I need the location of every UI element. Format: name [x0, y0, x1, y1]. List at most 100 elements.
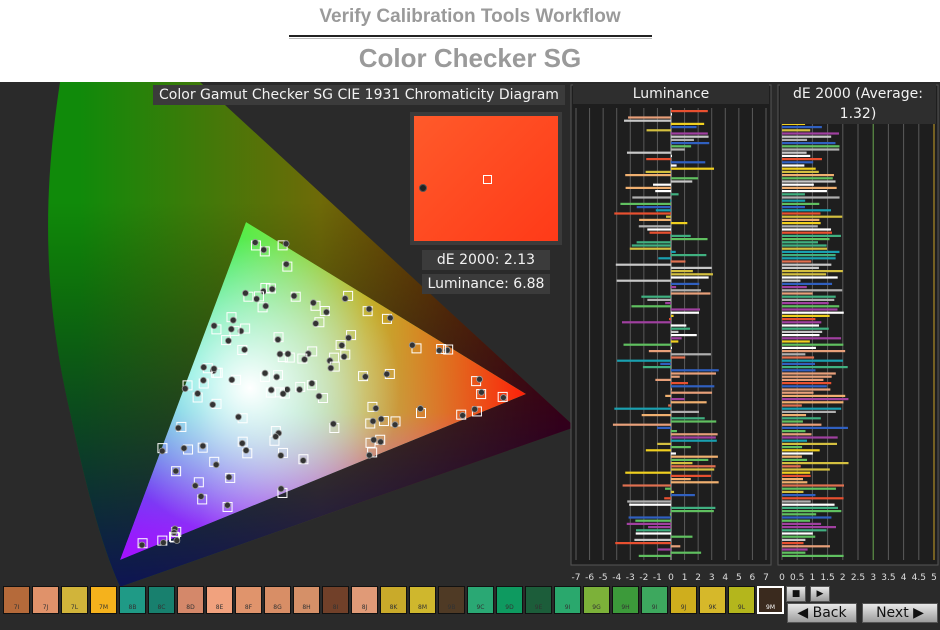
- luminance-bar: [671, 311, 699, 314]
- luminance-bar: [628, 516, 671, 519]
- de-bar: [782, 516, 832, 519]
- de-bar: [782, 378, 824, 381]
- luminance-bar: [642, 366, 671, 369]
- de-tick-label: 0.5: [790, 573, 804, 583]
- luminance-bar: [671, 145, 692, 148]
- bar-charts: -7 -6 -5 -4 -3 -2 -1 0 1 2 3 4 5 6 7 0 0.5 1 1.5 2 2.5 3 3.5 4…: [570, 84, 939, 583]
- de-bar: [782, 356, 815, 359]
- de-bar: [782, 132, 840, 135]
- de-bar: [782, 503, 835, 506]
- luminance-bar: [671, 465, 716, 468]
- de-bar: [782, 375, 832, 378]
- luminance-bar: [671, 154, 672, 157]
- luminance-bar: [671, 545, 681, 548]
- de-bar: [782, 398, 849, 401]
- stop-button[interactable]: ■: [786, 586, 806, 602]
- de-bar: [782, 478, 804, 481]
- luminance-bar: [671, 388, 672, 391]
- luminance-tick-label: 4: [722, 573, 728, 583]
- luminance-bar: [666, 215, 671, 218]
- de-bar: [782, 535, 816, 538]
- luminance-bar: [635, 529, 671, 532]
- luminance-bar: [627, 500, 671, 503]
- luminance-bar: [670, 199, 672, 202]
- luminance-bar: [671, 324, 687, 327]
- luminance-bar: [635, 519, 671, 522]
- next-button[interactable]: Next ▶: [862, 603, 938, 623]
- de-bar: [782, 327, 829, 330]
- luminance-bar: [671, 382, 688, 385]
- luminance-bar: [669, 318, 671, 321]
- luminance-bar: [665, 394, 671, 397]
- luminance-bar: [671, 180, 693, 183]
- de-bar: [782, 490, 804, 493]
- luminance-bar: [671, 142, 710, 145]
- de-bar: [782, 385, 827, 388]
- luminance-bar: [636, 241, 671, 244]
- de-bar: [782, 148, 840, 151]
- de-bar: [782, 238, 830, 241]
- de-bar: [782, 266, 819, 269]
- de-bar: [782, 199, 806, 202]
- de-bar: [782, 260, 812, 263]
- luminance-bar: [671, 270, 693, 273]
- luminance-bar: [620, 202, 671, 205]
- luminance-bar: [671, 148, 685, 151]
- luminance-bar: [614, 212, 671, 215]
- luminance-bar: [671, 110, 708, 113]
- de-tick-label: 3.5: [881, 573, 895, 583]
- luminance-bar: [671, 286, 677, 289]
- luminance-bar: [636, 206, 671, 209]
- de-tick-label: 0: [779, 573, 785, 583]
- de-bar: [782, 151, 807, 154]
- luminance-bar: [671, 167, 715, 170]
- de-bar: [782, 298, 835, 301]
- de-bar: [782, 167, 816, 170]
- luminance-bar: [670, 346, 672, 349]
- play-button[interactable]: ▶: [810, 586, 830, 602]
- de-bar: [782, 273, 827, 276]
- luminance-bar: [671, 356, 686, 359]
- de-bar: [782, 247, 828, 250]
- de-bar: [782, 209, 832, 212]
- luminance-bar: [671, 436, 716, 439]
- luminance-bar: [668, 404, 671, 407]
- luminance-bar: [671, 132, 708, 135]
- luminance-bar: [671, 369, 719, 372]
- luminance-bar: [671, 222, 688, 225]
- luminance-bar: [626, 522, 671, 525]
- luminance-bar: [665, 487, 671, 490]
- luminance-tick-labels: -7 -6 -5 -4 -3 -2 -1 0 1 2 3 4 5 6 7: [572, 573, 769, 583]
- title-divider-shadow: [289, 38, 652, 39]
- de-bar: [782, 218, 820, 221]
- de-bar: [782, 138, 808, 141]
- de-bar: [782, 193, 805, 196]
- luminance-tick-label: 3: [709, 573, 715, 583]
- de-bar: [782, 529, 827, 532]
- de-bar: [782, 484, 844, 487]
- de-bar: [782, 346, 816, 349]
- de-bar: [782, 372, 836, 375]
- luminance-bar: [671, 260, 686, 263]
- de-tick-label: 2.5: [851, 573, 865, 583]
- de-bar: [782, 161, 814, 164]
- luminance-bar: [671, 420, 717, 423]
- back-button[interactable]: ◀ Back: [787, 603, 857, 623]
- de-bar: [782, 308, 838, 311]
- luminance-bar: [671, 314, 674, 317]
- swatch-label: 7J: [42, 604, 49, 611]
- de-bar: [782, 270, 843, 273]
- luminance-bar: [645, 449, 671, 452]
- luminance-bar: [655, 378, 671, 381]
- luminance-bar: [629, 247, 671, 250]
- de-tick-label: 1.5: [820, 573, 834, 583]
- de-bar: [782, 506, 839, 509]
- luminance-bar: [632, 196, 671, 199]
- luminance-bar: [671, 250, 676, 253]
- de-bar: [782, 231, 832, 234]
- luminance-tick-label: -4: [612, 573, 621, 583]
- de-tick-label: 2: [840, 573, 846, 583]
- luminance-bar: [625, 174, 671, 177]
- de-bar: [782, 414, 807, 417]
- de-bar: [782, 340, 810, 343]
